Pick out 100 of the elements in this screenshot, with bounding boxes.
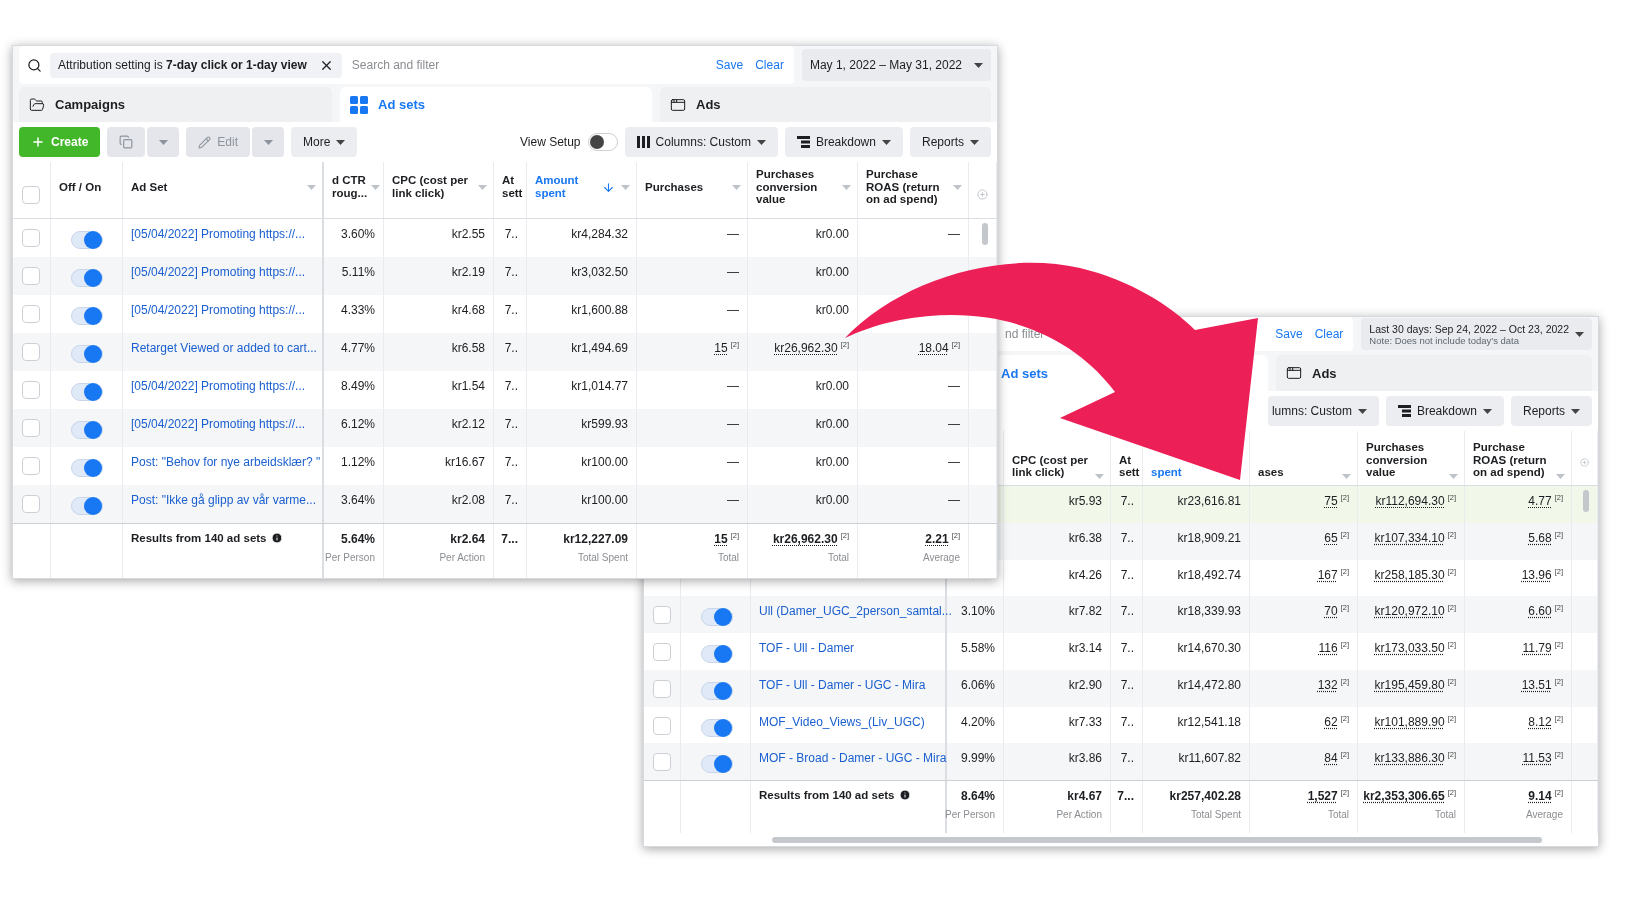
clear-link[interactable]: Clear	[753, 58, 786, 72]
ad-set-link[interactable]: Post: "Behov for nye arbeidsklær? "	[131, 455, 321, 469]
table-cell: kr6.38	[1068, 530, 1102, 545]
date-range-picker[interactable]: Last 30 days: Sep 24, 2022 – Oct 23, 2022 Note: Does not include today's data	[1361, 318, 1592, 350]
toggle-switch[interactable]	[701, 718, 733, 737]
date-range-picker[interactable]: May 1, 2022 – May 31, 2022	[801, 49, 991, 81]
column-header[interactable]: d CTR roug...	[332, 174, 368, 200]
column-header[interactable]: CPC (cost per link click)	[392, 174, 474, 200]
checkbox[interactable]	[22, 381, 40, 399]
ad-set-link[interactable]: [05/04/2022] Promoting https://...	[131, 417, 306, 431]
total-value: kr2,353,306.65 $^{[2]}$	[1363, 789, 1456, 803]
column-header[interactable]: spent	[1151, 466, 1182, 479]
checkbox[interactable]	[22, 229, 40, 247]
dropdown-button[interactable]	[147, 127, 180, 157]
ad-set-link[interactable]: [05/04/2022] Promoting https://...	[131, 227, 306, 241]
info-icon	[270, 532, 283, 544]
ad-set-link[interactable]: Post: "Ikke gå glipp av vår varme...	[131, 493, 316, 507]
table-cell: kr4,284.32	[571, 227, 628, 241]
table-cell: —	[948, 493, 960, 507]
checkbox[interactable]	[653, 679, 671, 698]
column-header[interactable]: Purchase ROAS (return on ad spend)	[1473, 441, 1552, 479]
table-cell: 11.53 $^{[2]}$	[1522, 751, 1563, 766]
save-link[interactable]: Save	[1273, 327, 1305, 341]
ad-set-link[interactable]: Retarget Viewed or added to cart...	[131, 341, 317, 355]
toggle-switch[interactable]	[701, 608, 733, 627]
toggle-switch[interactable]	[71, 497, 103, 515]
caret-icon	[1571, 408, 1580, 414]
save-link[interactable]: Save	[713, 58, 746, 72]
ad-set-link[interactable]: [05/04/2022] Promoting https://...	[131, 303, 306, 317]
column-header[interactable]: Purchase ROAS (return on ad spend)	[866, 168, 949, 206]
tab[interactable]: Campaigns	[19, 87, 332, 122]
total-caption: Total	[717, 552, 739, 563]
add-column-icon[interactable]	[1580, 455, 1589, 469]
ad-set-link[interactable]: TOF - Ull - Damer	[759, 641, 855, 655]
toggle-switch[interactable]	[701, 645, 733, 663]
breakdown-button[interactable]: Breakdown	[784, 127, 903, 157]
checkbox[interactable]	[22, 186, 40, 204]
scrollbar-thumb[interactable]	[772, 836, 1542, 843]
toggle-switch[interactable]	[71, 231, 103, 249]
ad-set-link[interactable]: MOF_Video_Views_(Liv_UGC)	[759, 714, 925, 729]
checkbox[interactable]	[22, 343, 40, 361]
ad-set-link[interactable]: TOF - Ull - Damer - UGC - Mira	[759, 677, 926, 692]
checkbox[interactable]	[653, 606, 671, 625]
column-header[interactable]: Purchases conversion value	[1366, 441, 1445, 479]
breakdown-button[interactable]: Breakdown	[1385, 396, 1504, 426]
search-field[interactable]: Attribution setting is 7-day click or 1-day view Search and filter Save Clear	[19, 46, 794, 84]
toggle-switch[interactable]	[71, 269, 103, 287]
column-header[interactable]: ases	[1258, 466, 1284, 479]
toggle-switch[interactable]	[71, 345, 103, 363]
tab[interactable]: Ads	[660, 87, 991, 122]
checkbox[interactable]	[22, 305, 40, 323]
scrollbar-thumb[interactable]	[982, 223, 988, 245]
ad-set-link[interactable]: MOF - Broad - Damer - UGC - Mira	[759, 751, 947, 766]
ad-set-link[interactable]: [05/04/2022] Promoting https://...	[131, 379, 306, 393]
ad-set-link[interactable]: Ull (Damer_UGC_2person_samtal...	[759, 604, 952, 619]
columns-button[interactable]: lumns: Custom	[1267, 396, 1379, 426]
column-header[interactable]: CPC (cost per link click)	[1012, 453, 1091, 479]
table-cell: kr0.00	[815, 265, 849, 279]
ad-set-link[interactable]: [05/04/2022] Promoting https://...	[131, 265, 306, 279]
total-caption: Per Action	[439, 552, 485, 563]
toggle-switch[interactable]	[701, 681, 733, 700]
table-cell: 15 $^{[2]}$	[714, 341, 739, 355]
column-header[interactable]: Purchases conversion value	[756, 168, 838, 206]
checkbox[interactable]	[653, 643, 671, 661]
scrollbar-thumb[interactable]	[1583, 490, 1589, 512]
columns-button[interactable]: Columns: Custom	[624, 127, 778, 157]
toggle-switch[interactable]	[71, 383, 103, 401]
filter-chip[interactable]: Attribution setting is 7-day click or 1-day view	[50, 52, 342, 78]
checkbox[interactable]	[22, 267, 40, 285]
table-cell: 116 $^{[2]}$	[1318, 641, 1349, 655]
table-cell: 75 $^{[2]}$	[1324, 494, 1349, 508]
dropdown-button[interactable]	[252, 127, 285, 157]
caret-icon	[263, 139, 273, 145]
table-cell: kr5.93	[1068, 494, 1102, 508]
reports-button[interactable]: Reports	[909, 127, 991, 157]
more-button[interactable]: More	[291, 127, 358, 157]
checkbox[interactable]	[22, 419, 40, 437]
column-header[interactable]: Ad Set	[131, 180, 168, 194]
column-header[interactable]: At sett	[502, 174, 523, 200]
total-caption: Total Spent	[1190, 809, 1241, 820]
tab[interactable]: Ad sets	[340, 87, 652, 122]
tab[interactable]: Ads	[1276, 355, 1592, 391]
clear-link[interactable]: Clear	[1312, 327, 1346, 341]
column-header[interactable]: Amount spent	[535, 174, 598, 200]
toggle-switch[interactable]	[71, 421, 103, 439]
checkbox[interactable]	[653, 716, 671, 735]
toggle-switch[interactable]	[71, 459, 103, 477]
view-setup-switch[interactable]	[587, 133, 618, 151]
total-value: kr4.67	[1067, 789, 1102, 803]
add-column-icon[interactable]	[977, 187, 988, 201]
table-cell: —	[727, 417, 739, 431]
checkbox[interactable]	[653, 753, 671, 772]
toggle-switch[interactable]	[71, 307, 103, 325]
column-header[interactable]: At sett	[1119, 453, 1140, 479]
column-header[interactable]: Purchases	[645, 180, 704, 194]
reports-button[interactable]: Reports	[1510, 396, 1592, 426]
column-header[interactable]: Off / On	[59, 180, 102, 194]
toggle-switch[interactable]	[701, 755, 733, 774]
checkbox[interactable]	[22, 457, 40, 475]
checkbox[interactable]	[22, 495, 40, 513]
